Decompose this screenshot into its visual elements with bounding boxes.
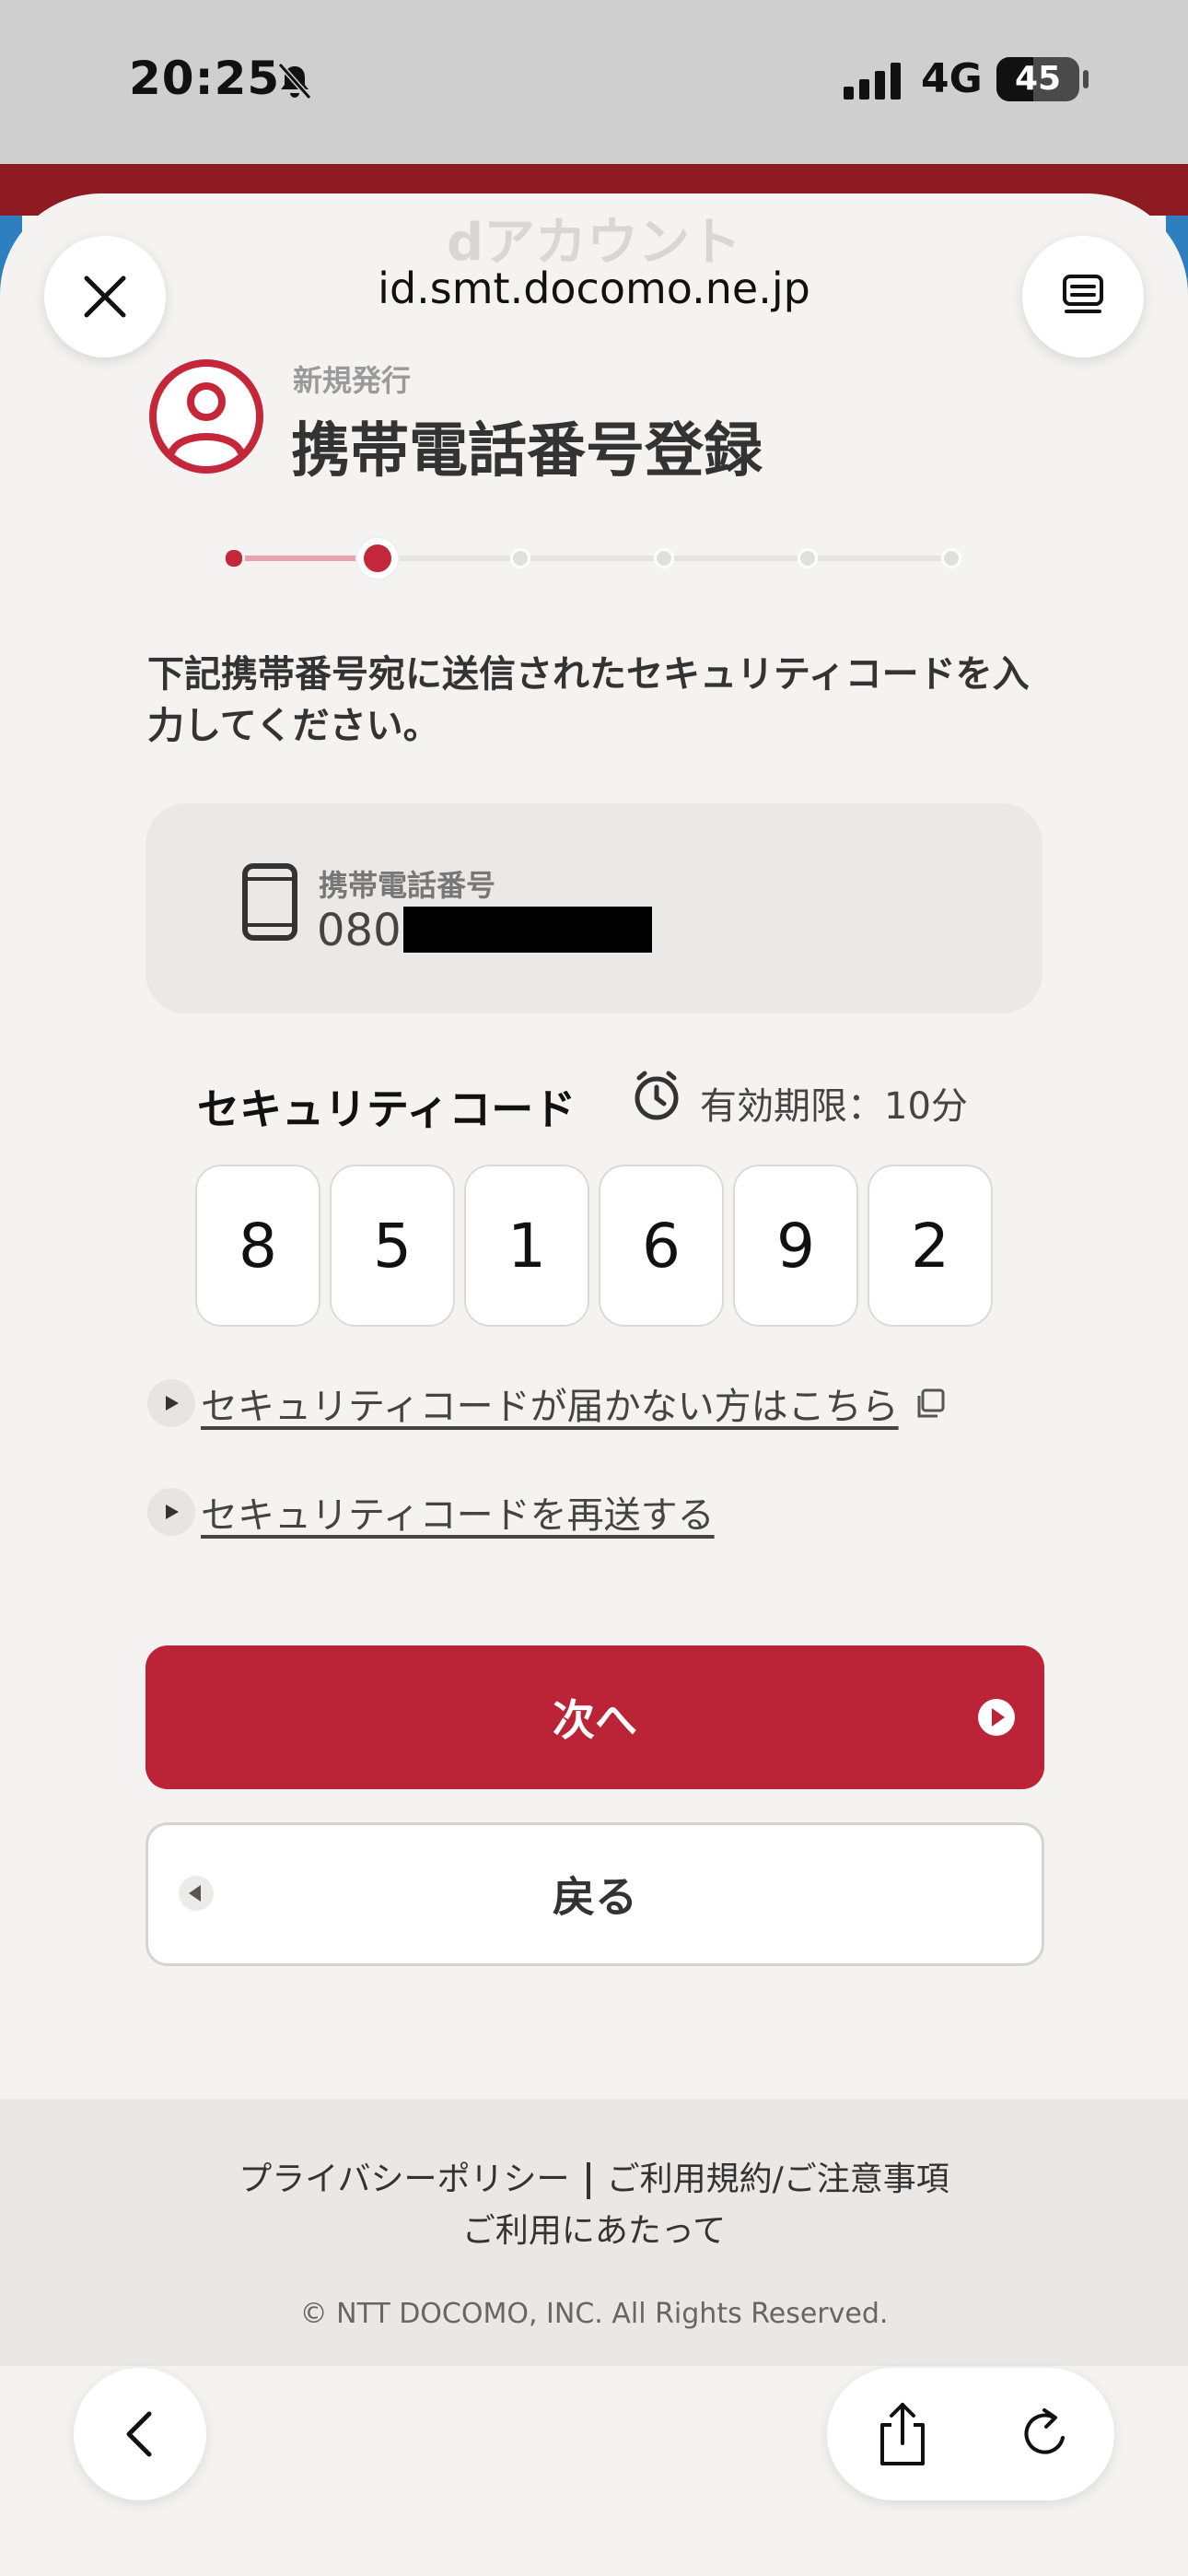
external-window-icon (917, 1388, 945, 1418)
copyright-text: © NTT DOCOMO, INC. All Rights Reserved. (299, 2298, 889, 2330)
back-button[interactable]: 戻る (146, 1822, 1044, 1966)
person-circle-icon (149, 359, 263, 474)
page-title: 携帯電話番号登録 (291, 417, 763, 486)
reader-mode-button[interactable] (1022, 236, 1144, 357)
mobile-phone-icon (242, 863, 297, 941)
next-button-label: 次へ (553, 1695, 637, 1745)
code-digit-6[interactable]: 2 (868, 1165, 993, 1327)
reload-button[interactable] (1007, 2395, 1085, 2473)
code-digit-5[interactable]: 9 (733, 1165, 858, 1327)
step-3 (510, 548, 530, 568)
battery-cap (1083, 70, 1089, 88)
code-digit-4[interactable]: 6 (599, 1165, 724, 1327)
progress-stepper (223, 538, 961, 579)
reload-icon (1024, 2408, 1065, 2454)
phone-number-label: 携帯電話番号 (319, 868, 496, 903)
battery-icon: 45 (996, 57, 1079, 101)
status-time: 20:25 (129, 52, 281, 105)
instruction-text: 下記携帯番号宛に送信されたセキュリティコードを入力してください。 (147, 653, 1030, 747)
phone-number-value: 080 (317, 905, 402, 956)
page-subtitle: 新規発行 (293, 363, 412, 398)
step-1 (223, 547, 245, 569)
redaction-bar (403, 907, 652, 953)
play-circle-icon (978, 1699, 1015, 1736)
browser-actions (827, 2368, 1114, 2500)
back-button-label: 戻る (553, 1872, 637, 1922)
status-bar: 20:25 4G 45 (0, 0, 1188, 164)
code-digit-3[interactable]: 1 (464, 1165, 589, 1327)
chevron-left-icon (126, 2411, 152, 2457)
url-label[interactable]: id.smt.docomo.ne.jp (0, 263, 1188, 313)
reader-icon (1063, 275, 1103, 313)
terms-link[interactable]: ご利用規約/ご注意事項 (607, 2160, 949, 2198)
security-code-label: セキュリティコード (197, 1084, 577, 1134)
battery-level: 45 (1014, 60, 1062, 98)
code-digit-1[interactable]: 8 (195, 1165, 320, 1327)
usage-link[interactable]: ご利用にあたって (0, 2204, 1188, 2252)
step-5 (798, 548, 818, 568)
back-triangle-icon (179, 1876, 214, 1911)
signal-icon (844, 63, 901, 100)
browser-back-button[interactable] (74, 2368, 206, 2500)
stepper-line-active (234, 556, 378, 561)
next-button[interactable]: 次へ (146, 1645, 1044, 1789)
footer-divider (586, 2162, 590, 2199)
share-button[interactable] (864, 2395, 941, 2473)
close-icon (84, 275, 126, 318)
close-button[interactable] (44, 236, 166, 357)
not-received-link-text[interactable]: セキュリティコードが届かない方はこちら (201, 1376, 899, 1430)
security-code-inputs: 8 5 1 6 9 2 (195, 1165, 1002, 1327)
resend-link[interactable]: セキュリティコードを再送する (147, 1485, 715, 1539)
code-digit-2[interactable]: 5 (330, 1165, 455, 1327)
footer-links: プライバシーポリシー ご利用規約/ご注意事項 (0, 2152, 1188, 2200)
play-bullet-icon (147, 1488, 195, 1536)
step-4 (654, 548, 674, 568)
resend-link-text[interactable]: セキュリティコードを再送する (201, 1485, 715, 1539)
step-6 (941, 548, 961, 568)
play-bullet-icon (147, 1379, 195, 1427)
privacy-policy-link[interactable]: プライバシーポリシー (239, 2160, 569, 2198)
share-icon (880, 2403, 925, 2465)
step-2 (357, 538, 398, 579)
expiry-text: 有効期限：10分 (700, 1085, 968, 1128)
bell-off-icon (277, 63, 312, 100)
network-label: 4G (921, 55, 983, 102)
timer-icon (635, 1071, 679, 1120)
not-received-link[interactable]: セキュリティコードが届かない方はこちら (147, 1376, 949, 1430)
